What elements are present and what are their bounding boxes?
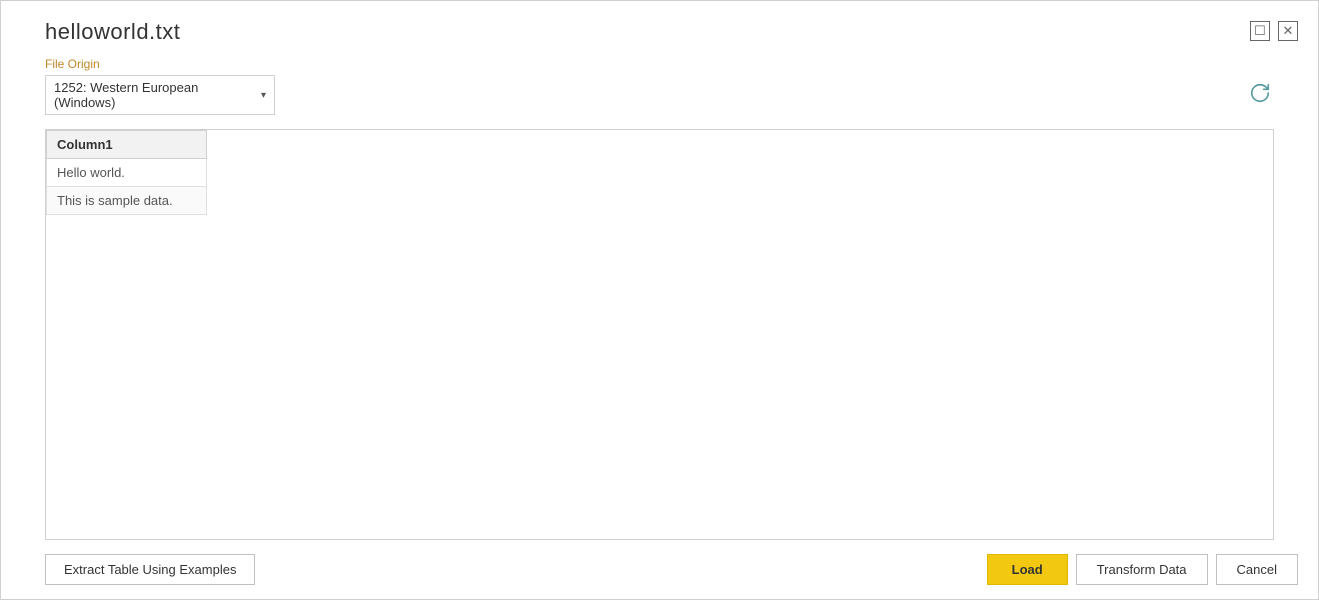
close-button[interactable]: ✕ [1278,21,1298,41]
refresh-icon [1249,82,1271,109]
table-header-row: Column1 [47,131,207,159]
content-area: File Origin 1252: Western European (Wind… [1,45,1318,540]
column-header-1: Column1 [47,131,207,159]
refresh-button[interactable] [1246,81,1274,109]
title-bar: helloworld.txt ☐ ✕ [1,1,1318,45]
load-button[interactable]: Load [987,554,1068,585]
minimize-icon: ☐ [1254,23,1266,39]
window-controls: ☐ ✕ [1250,19,1298,41]
data-table: Column1 Hello world.This is sample data. [46,130,207,215]
footer-right: Load Transform Data Cancel [987,554,1298,585]
main-window: helloworld.txt ☐ ✕ File Origin 1252: Wes… [0,0,1319,600]
table-row: Hello world. [47,159,207,187]
dropdown-arrow-icon: ▾ [261,90,266,101]
table-row: This is sample data. [47,187,207,215]
table-cell: This is sample data. [47,187,207,215]
transform-data-button[interactable]: Transform Data [1076,554,1208,585]
data-table-container[interactable]: Column1 Hello world.This is sample data. [45,129,1274,540]
file-origin-dropdown[interactable]: 1252: Western European (Windows) ▾ [45,75,275,115]
extract-table-button[interactable]: Extract Table Using Examples [45,554,255,585]
file-origin-row: 1252: Western European (Windows) ▾ [45,75,1274,115]
cancel-button[interactable]: Cancel [1216,554,1298,585]
window-title: helloworld.txt [45,19,180,45]
minimize-button[interactable]: ☐ [1250,21,1270,41]
footer-left: Extract Table Using Examples [45,554,255,585]
table-cell: Hello world. [47,159,207,187]
file-origin-value: 1252: Western European (Windows) [54,80,253,110]
file-origin-label: File Origin [45,57,1274,71]
footer: Extract Table Using Examples Load Transf… [1,540,1318,599]
close-icon: ✕ [1283,23,1294,39]
table-header: Column1 [47,131,207,159]
table-body: Hello world.This is sample data. [47,159,207,215]
